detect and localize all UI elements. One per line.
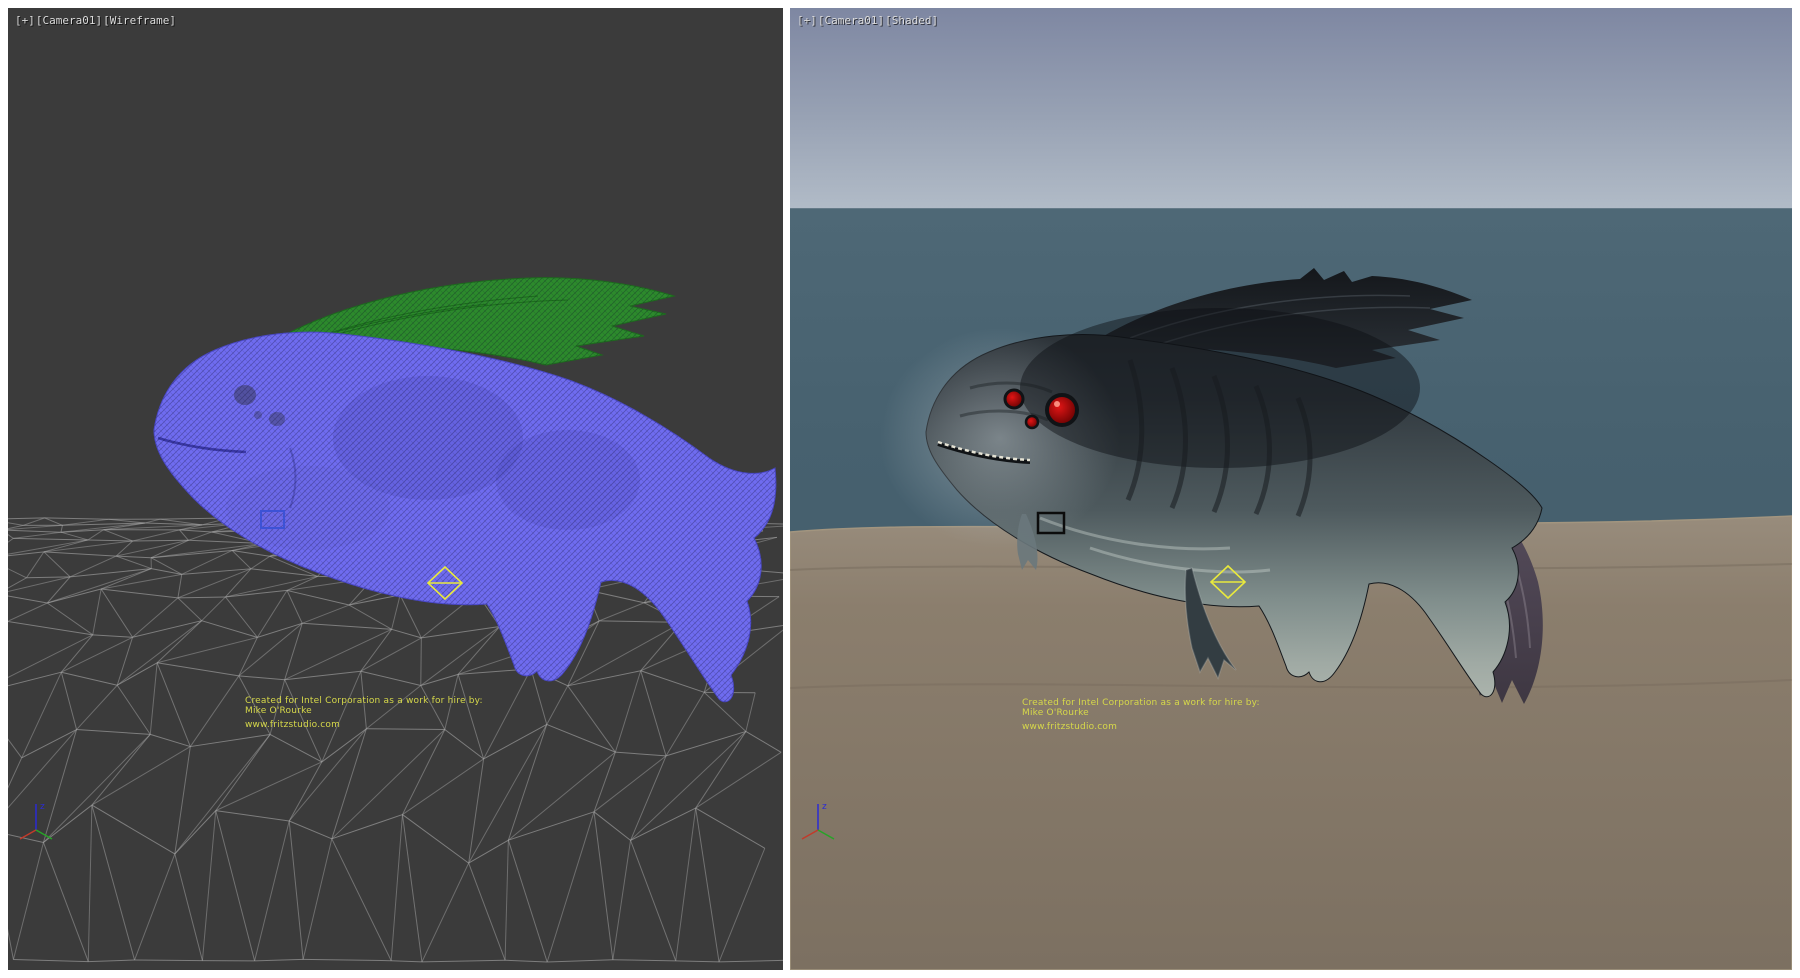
credit-line-1: Created for Intel Corporation as a work …	[245, 696, 483, 706]
credit-line-2: Mike O'Rourke	[1022, 708, 1260, 718]
viewport-menu-plus[interactable]: [+]	[15, 14, 35, 27]
credit-line-3: www.fritzstudio.com	[245, 720, 483, 730]
fish-model-wireframe[interactable]	[154, 332, 776, 702]
world-axis-icon: z	[798, 796, 842, 842]
viewport-menu-camera[interactable]: [Camera01]	[36, 14, 102, 27]
viewport-menu-camera[interactable]: [Camera01]	[818, 14, 884, 27]
credit-line-3: www.fritzstudio.com	[1022, 722, 1260, 732]
viewport-label: [+][Camera01][Wireframe]	[15, 14, 177, 27]
viewport-menu-plus[interactable]: [+]	[797, 14, 817, 27]
world-axis-icon: z	[16, 796, 60, 842]
credit-text: Created for Intel Corporation as a work …	[1022, 698, 1260, 732]
axis-z-label: z	[40, 802, 45, 812]
credit-line-1: Created for Intel Corporation as a work …	[1022, 698, 1260, 708]
credit-text: Created for Intel Corporation as a work …	[245, 696, 483, 730]
wireframe-scene	[8, 8, 783, 970]
viewport-menu-shading[interactable]: [Shaded]	[885, 14, 938, 27]
credit-line-2: Mike O'Rourke	[245, 706, 483, 716]
fish-model-shaded[interactable]	[880, 268, 1543, 704]
axis-z-label: z	[822, 802, 827, 812]
viewport-menu-shading[interactable]: [Wireframe]	[103, 14, 176, 27]
viewport-wireframe-pane[interactable]: [+][Camera01][Wireframe]	[8, 8, 783, 970]
viewport-shaded-pane[interactable]: [+][Camera01][Shaded]	[790, 8, 1792, 970]
viewport-label: [+][Camera01][Shaded]	[797, 14, 939, 27]
viewport-frame: [+][Camera01][Wireframe]	[0, 0, 1800, 978]
shaded-scene	[790, 8, 1792, 970]
